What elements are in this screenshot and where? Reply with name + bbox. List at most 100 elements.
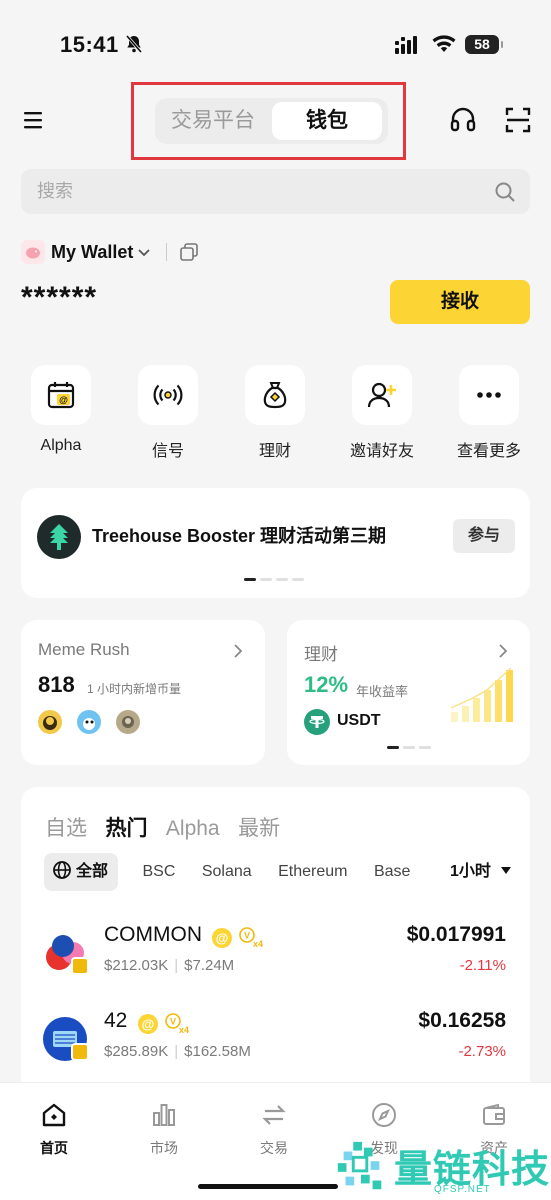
watermark: 量链科技 QFSP.NET	[332, 1136, 551, 1200]
action-earn[interactable]: 理财	[240, 365, 310, 461]
usdt-icon	[304, 709, 330, 735]
bell-muted-icon	[125, 35, 143, 53]
meme-token-avatar	[38, 710, 62, 734]
tab-hot[interactable]: 热门	[105, 812, 147, 842]
action-invite[interactable]: 邀请好友	[347, 365, 417, 461]
token-stats: $285.89K | $162.58M	[104, 1043, 251, 1060]
carousel-dots	[387, 746, 435, 764]
wallet-balance: ******	[21, 281, 98, 314]
svg-text:x4: x4	[253, 939, 263, 949]
token-volume: $162.58M	[184, 1043, 251, 1060]
nav-trade[interactable]: 交易	[239, 1101, 309, 1158]
calendar-alpha-icon: @	[47, 382, 75, 409]
join-button[interactable]: 参与	[453, 519, 515, 553]
svg-text:@: @	[142, 1017, 155, 1032]
watermark-subtext: QFSP.NET	[434, 1184, 491, 1195]
scan-icon[interactable]	[504, 106, 532, 134]
swap-icon	[262, 1105, 286, 1125]
receive-button[interactable]: 接收	[390, 280, 530, 324]
menu-icon[interactable]	[22, 108, 46, 132]
token-symbol: COMMON	[104, 923, 202, 946]
treehouse-logo-icon	[37, 515, 81, 559]
alpha-badge-icon: @	[212, 928, 232, 948]
nav-markets[interactable]: 市场	[129, 1101, 199, 1158]
pig-icon	[26, 247, 40, 259]
invite-user-icon	[367, 382, 396, 408]
chevron-down-icon[interactable]	[136, 244, 152, 260]
action-signal[interactable]: 信号	[133, 365, 203, 461]
banner-title: Treehouse Booster 理财活动第三期	[92, 526, 387, 546]
time-filter-label: 1小时	[450, 863, 491, 880]
wallet-name[interactable]: My Wallet	[51, 240, 133, 264]
token-change: -2.73%	[458, 1043, 506, 1060]
status-time: 15:41	[60, 32, 119, 57]
status-bar: 15:41 58	[0, 0, 551, 80]
token-stats: $212.03K | $7.24M	[104, 957, 235, 974]
time-filter-dropdown[interactable]: 1小时	[440, 857, 511, 887]
wallet-icon	[483, 1103, 505, 1125]
chain-base[interactable]: Base	[374, 853, 410, 891]
search-input[interactable]	[37, 169, 477, 214]
markets-section: 自选 热门 Alpha 最新 全部 BSC Solana Ethereum Ba…	[21, 787, 530, 1117]
search-bar[interactable]	[21, 169, 530, 214]
svg-text:@: @	[59, 395, 68, 405]
token-volume: $7.24M	[184, 957, 235, 974]
headset-icon[interactable]	[449, 106, 477, 134]
home-indicator	[198, 1184, 338, 1189]
earn-card[interactable]: 理财 12% 年收益率 USDT	[287, 620, 530, 765]
tab-alpha[interactable]: Alpha	[166, 817, 220, 841]
svg-text:V: V	[170, 1017, 176, 1027]
battery-indicator: 58	[465, 35, 503, 54]
svg-text:V: V	[244, 931, 250, 941]
action-more[interactable]: 查看更多	[454, 365, 524, 461]
search-icon[interactable]	[494, 181, 516, 203]
svg-text:x4: x4	[179, 1025, 189, 1035]
tab-wallet[interactable]: 钱包	[272, 102, 382, 140]
alpha-badge-icon: @	[138, 1014, 158, 1034]
chevron-right-icon	[499, 644, 508, 658]
money-bag-icon	[263, 382, 287, 409]
carousel-dots	[244, 578, 308, 582]
token-market-cap: $285.89K	[104, 1043, 169, 1060]
chain-ethereum[interactable]: Ethereum	[278, 853, 347, 891]
copy-icon[interactable]	[179, 242, 199, 262]
chain-all[interactable]: 全部	[44, 853, 119, 891]
chain-bsc[interactable]: BSC	[142, 853, 175, 891]
action-alpha[interactable]: @ Alpha	[26, 365, 96, 455]
signal-icon	[395, 36, 417, 54]
nav-home[interactable]: 首页	[19, 1101, 89, 1158]
volume-multiplier-icon: V x4	[239, 927, 263, 949]
earn-title: 理财	[304, 645, 338, 664]
token-symbol: 42	[104, 1009, 128, 1032]
market-tabs: 自选 热门 Alpha 最新	[45, 812, 294, 842]
wallet-avatar	[21, 240, 45, 264]
globe-icon	[53, 861, 71, 879]
apy-value: 12%	[304, 672, 349, 697]
asset-label: USDT	[337, 712, 381, 729]
token-row[interactable]: COMMON @ V x4 $212.03K | $7.24M $0.017991 …	[21, 923, 530, 1003]
tab-exchange[interactable]: 交易平台	[171, 98, 255, 144]
promo-banner[interactable]: Treehouse Booster 理财活动第三期 参与	[21, 488, 530, 598]
meme-subtitle: 1 小时内新增币量	[87, 682, 182, 696]
watermark-logo-icon	[337, 1141, 382, 1190]
volume-multiplier-icon: V x4	[165, 1013, 189, 1035]
chevron-right-icon	[234, 644, 243, 658]
svg-text:@: @	[216, 931, 229, 946]
meme-rush-title: Meme Rush	[38, 640, 130, 659]
chain-label: 全部	[76, 863, 109, 880]
wifi-icon	[432, 35, 456, 52]
caret-down-icon	[500, 867, 511, 874]
token-price: $0.16258	[418, 1009, 506, 1032]
token-market-cap: $212.03K	[104, 957, 169, 974]
token-price: $0.017991	[406, 923, 506, 946]
bar-chart-icon	[153, 1104, 175, 1126]
token-badges: @ V x4	[211, 925, 263, 954]
tab-watchlist[interactable]: 自选	[45, 812, 87, 842]
home-icon	[42, 1103, 66, 1127]
bnb-chain-badge-icon	[71, 1043, 89, 1061]
token-row[interactable]: 42 @ V x4 $285.89K | $162.58M $0.16258 -2.…	[21, 1009, 530, 1089]
chain-solana[interactable]: Solana	[202, 853, 252, 891]
tab-new[interactable]: 最新	[238, 812, 280, 842]
meme-token-avatar	[77, 710, 101, 734]
meme-rush-card[interactable]: Meme Rush 818 1 小时内新增币量	[21, 620, 265, 765]
